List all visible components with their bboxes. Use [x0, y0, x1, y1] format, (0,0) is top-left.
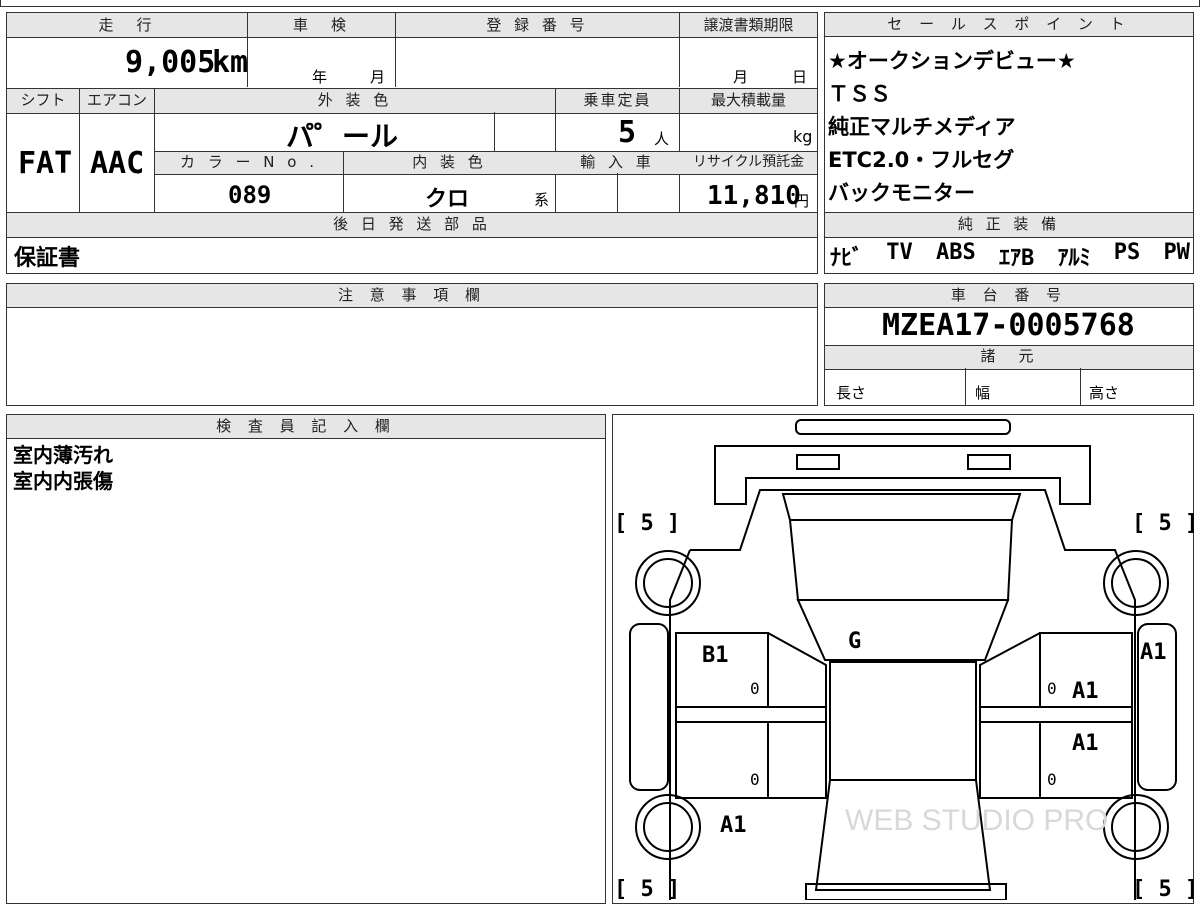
door-frame-right [979, 632, 1041, 799]
chassis-header: 車 台 番 号 [825, 284, 1193, 308]
registration-label: 登 録 番 号 [486, 16, 589, 34]
color-no-value: 089 [228, 181, 272, 209]
door-handle-fl: 0 [750, 679, 760, 698]
later-parts-value: 保証書 [14, 246, 81, 271]
aircon-value: AAC [90, 146, 145, 181]
tire-rr-rating: [ 5 ] [1132, 877, 1194, 900]
tire-fr-rating: [ 5 ] [1132, 511, 1194, 536]
color-no-label: カ ラ ー N o . [179, 153, 318, 171]
transfer-doc-label: 譲渡書類期限 [703, 16, 794, 34]
front-grille-area [714, 445, 1091, 505]
capacity-unit: 人 [654, 130, 670, 148]
door-handle-rr: 0 [1047, 770, 1057, 789]
mark-right-rear-door: A1 [1072, 731, 1099, 756]
mileage-value: 9,005 [125, 45, 216, 80]
interior-color-label: 内 装 色 [412, 153, 487, 171]
chassis-number: MZEA17-0005768 [882, 308, 1135, 343]
hood-top [781, 493, 1022, 521]
hood [788, 519, 1014, 601]
max-load-label: 最大積載量 [710, 91, 786, 109]
exterior-color-label: 外 装 色 [317, 91, 393, 109]
equipment-item: ﾅﾋﾞ [830, 246, 864, 271]
mileage-unit: km [212, 45, 249, 80]
inspector-note: 室内薄汚れ [13, 443, 113, 467]
equipment-item: ｱﾙﾐ [1057, 246, 1091, 271]
watermark: WEB STUDIO PRO [845, 804, 1108, 837]
equipment-list: ﾅﾋﾞ TV ABS ｴｱB ｱﾙﾐ PS PW [830, 240, 1190, 272]
recycle-unit: 円 [794, 192, 810, 210]
mark-right-front-door: A1 [1072, 679, 1099, 704]
tire-front-right-inner [1111, 558, 1161, 608]
door-handle-rl: 0 [750, 770, 760, 789]
equipment-item: ABS [935, 240, 976, 265]
capacity-value: 5 [618, 115, 637, 150]
sales-points-label: セ ー ル ス ポ イ ン ト [887, 15, 1131, 33]
shift-value: FAT [18, 146, 73, 181]
notes-header: 注 意 事 項 欄 [7, 284, 817, 308]
mark-windshield: G [848, 629, 861, 654]
specs-height: 高さ [1089, 384, 1120, 402]
specs-width: 幅 [975, 384, 991, 402]
equipment-item: PW [1163, 240, 1190, 265]
tire-fl-rating: [ 5 ] [614, 511, 680, 536]
top-strip [0, 0, 1200, 7]
tire-rear-left-inner [643, 802, 693, 852]
inspector-label: 検 査 員 記 入 欄 [216, 417, 396, 435]
transfer-month: 月 [733, 68, 749, 86]
sales-points-list: ★オークションデビュー★ ＴＳＳ 純正マルチメディア ETC2.0・フルセグ バ… [828, 45, 1190, 210]
sill-left [629, 623, 669, 791]
sales-point-item: 純正マルチメディア [828, 115, 1016, 139]
recycle-value: 11,810 [707, 181, 801, 211]
mark-right-fender: A1 [1140, 640, 1167, 665]
inspection-label: 車 検 [292, 16, 350, 34]
windshield [796, 599, 1010, 661]
mileage-label: 走 行 [98, 16, 156, 34]
pillar-left [675, 706, 827, 723]
tire-rear-left [635, 794, 701, 860]
equipment-label: 純 正 装 備 [957, 215, 1061, 233]
exterior-color-value: パ゜ール [286, 120, 399, 153]
rear-bumper [805, 883, 1007, 900]
import-label: 輸 入 車 [580, 153, 655, 171]
sales-point-item: ＴＳＳ [828, 82, 891, 106]
equipment-item: PS [1113, 240, 1141, 265]
equipment-item: TV [886, 240, 913, 265]
shift-label: シフト [20, 91, 66, 109]
notes-label: 注 意 事 項 欄 [337, 286, 487, 304]
inspector-notes: 室内薄汚れ 室内内張傷 [13, 442, 113, 494]
aircon-label: エアコン [86, 91, 147, 109]
inspector-header: 検 査 員 記 入 欄 [7, 415, 605, 439]
headlight-left [796, 454, 840, 470]
tire-rl-rating: [ 5 ] [614, 877, 680, 900]
roof [829, 661, 977, 781]
sales-point-item: バックモニター [828, 181, 975, 205]
mark-left-rear-quarter: A1 [720, 813, 747, 838]
later-parts-label: 後 日 発 送 部 品 [333, 215, 491, 233]
car-diagram: [ 5 ] [ 5 ] [ 5 ] [ 5 ] G B1 A1 A1 A1 A1… [614, 419, 1194, 900]
tire-front-left-inner [643, 558, 693, 608]
specs-label: 諸 元 [980, 347, 1038, 365]
sales-point-item: ★オークションデビュー★ [828, 49, 1076, 73]
transfer-day: 日 [792, 68, 808, 86]
inspection-year: 年 [312, 68, 328, 86]
equipment-item: ｴｱB [998, 246, 1035, 271]
inspector-note: 室内内張傷 [13, 469, 113, 493]
door-handle-fr: 0 [1047, 679, 1057, 698]
capacity-label: 乗車定員 [583, 91, 652, 109]
recycle-label: リサイクル預託金 [692, 154, 805, 170]
inspection-month: 月 [370, 68, 386, 86]
sales-points-header: セ ー ル ス ポ イ ン ト [825, 13, 1193, 37]
specs-length: 長さ [836, 384, 867, 402]
headlight-right [967, 454, 1011, 470]
pillar-right [979, 706, 1133, 723]
mark-left-front-door: B1 [702, 643, 729, 668]
sales-point-item: ETC2.0・フルセグ [828, 148, 1015, 172]
front-bumper [795, 419, 1011, 435]
chassis-label: 車 台 番 号 [950, 286, 1068, 304]
tire-front-left [635, 550, 701, 616]
door-frame-left [767, 632, 827, 799]
interior-color-value: クロ [425, 187, 470, 212]
max-load-unit: kg [793, 127, 813, 146]
interior-color-suffix: 系 [534, 191, 550, 209]
